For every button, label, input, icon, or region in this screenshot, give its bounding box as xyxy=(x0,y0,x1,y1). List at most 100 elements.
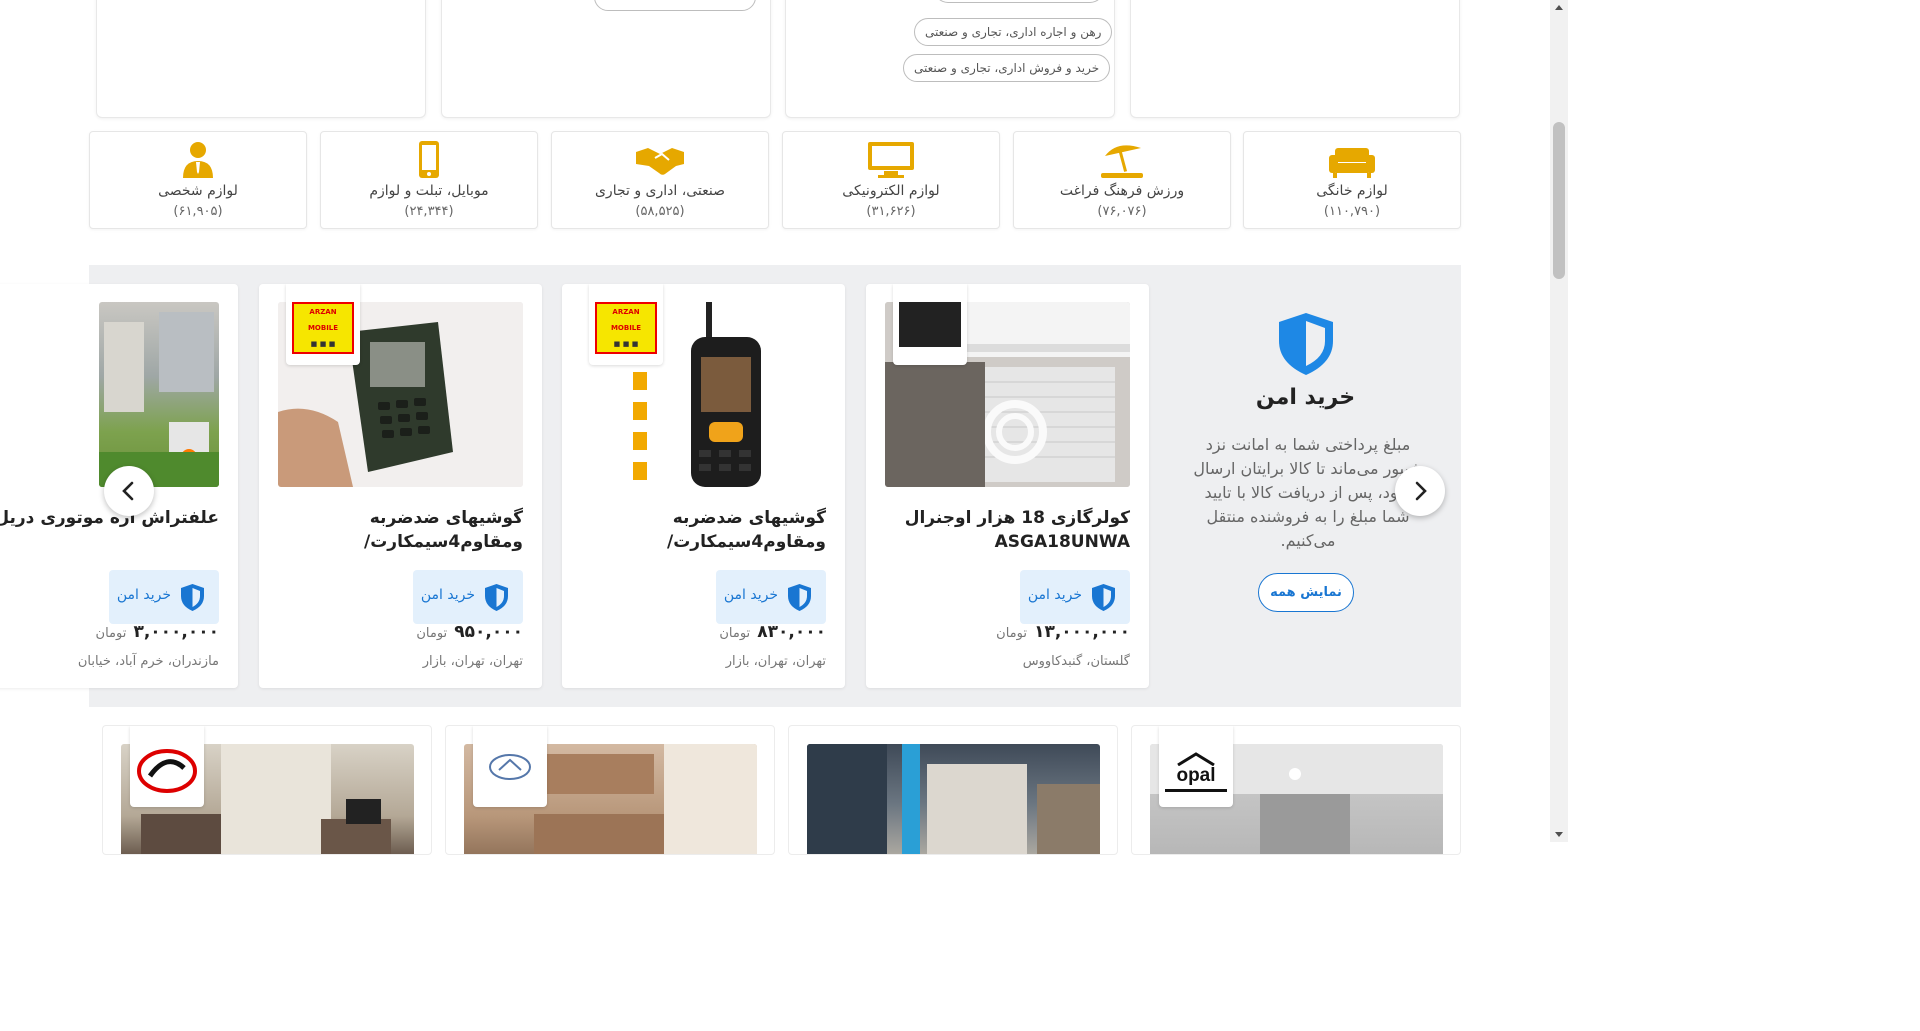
category-count: (۳۱,۶۲۶) xyxy=(866,204,916,219)
category-label: ورزش فرهنگ فراغت xyxy=(1059,183,1185,199)
pill-buy-commercial[interactable]: خرید و فروش اداری، تجاری و صنعتی xyxy=(903,54,1111,82)
product-price: ۸۳۰,۰۰۰ تومان xyxy=(719,622,826,642)
price-value: ۳,۰۰۰,۰۰۰ xyxy=(133,622,219,642)
arzan-logo-text: ARZAN MOBILE xyxy=(610,308,642,332)
category-count: (۶۱,۹۰۵) xyxy=(173,204,223,219)
chevron-right-icon xyxy=(1415,481,1427,501)
product-location: مازندران، خرم آباد، خیابان xyxy=(77,654,219,669)
show-all-button[interactable]: نمایش همه xyxy=(1258,573,1354,612)
price-currency: تومان xyxy=(996,626,1027,641)
listing-card-1[interactable] xyxy=(102,725,432,855)
carousel-prev-button[interactable] xyxy=(104,466,154,516)
listing-card-3[interactable] xyxy=(788,725,1118,855)
listing-card-4[interactable]: opal xyxy=(1131,725,1461,855)
category-electronics[interactable]: لوازم الکترونیکی (۳۱,۶۲۶) xyxy=(782,131,1000,229)
category-count: (۲۴,۳۴۴) xyxy=(404,204,454,219)
opal-logo-text: opal xyxy=(1176,765,1216,786)
category-industrial[interactable]: صنعتی، اداری و تجاری (۵۸,۵۲۵) xyxy=(551,131,769,229)
scrollbar-thumb[interactable] xyxy=(1553,122,1565,279)
product-title: کولرگازی 18 هزار اوجنرال ASGA18UNWA xyxy=(904,508,1130,552)
category-count: (۱۱۰,۷۹۰) xyxy=(1323,204,1381,219)
category-label: صنعتی، اداری و تجاری xyxy=(594,183,726,199)
safe-purchase-button[interactable]: خرید امن xyxy=(109,570,219,624)
top-card-2 xyxy=(441,0,771,118)
store-shelves-image xyxy=(99,312,219,487)
page-scrollbar[interactable] xyxy=(1550,0,1568,842)
price-value: ۸۳۰,۰۰۰ xyxy=(757,622,826,642)
product-price: ۳,۰۰۰,۰۰۰ تومان xyxy=(96,622,219,642)
product-location: تهران، تهران، بازار xyxy=(725,654,826,669)
arzan-logo-image: ARZAN MOBILE ■ ■ ■ xyxy=(292,302,354,354)
product-title: گوشیهای ضدضربه ومقاوم4سیمکارت/ xyxy=(667,508,826,552)
category-mobile[interactable]: موبایل، تبلت و لوازم (۲۴,۳۴۴) xyxy=(320,131,538,229)
top-card-1 xyxy=(96,0,426,118)
agency-logo-image xyxy=(137,749,197,793)
agency-logo-opal: opal xyxy=(1159,726,1233,807)
safe-purchase-label: خرید امن xyxy=(420,587,475,603)
pill-rent-commercial[interactable] xyxy=(934,0,1104,3)
category-label: لوازم خانگی xyxy=(1316,183,1388,199)
product-price: ۱۳,۰۰۰,۰۰۰ تومان xyxy=(996,622,1130,642)
product-card-1[interactable]: کولرگازی 18 هزار اوجنرال ASGA18UNWA خرید… xyxy=(866,284,1149,688)
shield-icon xyxy=(1092,584,1115,611)
large-shield-icon xyxy=(1279,313,1333,375)
price-value: ۹۵۰,۰۰۰ xyxy=(454,622,523,642)
category-label: موبایل، تبلت و لوازم xyxy=(369,183,489,199)
scroll-up-arrow-icon[interactable] xyxy=(1555,5,1563,10)
top-card-3: رهن و اجاره اداری، تجاری و صنعتی خرید و … xyxy=(785,0,1115,118)
arzan-logo-text: ARZAN MOBILE xyxy=(307,308,339,332)
safe-purchase-label: خرید امن xyxy=(723,587,778,603)
safe-purchase-button[interactable]: خرید امن xyxy=(1020,570,1130,624)
person-icon xyxy=(183,142,213,178)
agency-logo-image xyxy=(489,754,531,780)
price-value: ۱۳,۰۰۰,۰۰۰ xyxy=(1034,622,1130,642)
store-logo-arzan-mobile: ARZAN MOBILE ■ ■ ■ xyxy=(286,284,360,365)
price-currency: تومان xyxy=(416,626,448,641)
safe-purchase-button[interactable]: خرید امن xyxy=(413,570,523,624)
listing-card-2[interactable] xyxy=(445,725,775,855)
shield-icon xyxy=(788,584,811,611)
safe-purchase-label: خرید امن xyxy=(116,587,171,603)
category-home-appliances[interactable]: لوازم خانگی (۱۱۰,۷۹۰) xyxy=(1243,131,1461,229)
price-currency: تومان xyxy=(719,626,751,641)
category-label: لوازم الکترونیکی xyxy=(842,183,940,199)
chevron-left-icon xyxy=(122,481,134,501)
product-price: ۹۵۰,۰۰۰ تومان xyxy=(416,622,523,642)
safe-purchase-label: خرید امن xyxy=(1027,587,1082,603)
safe-purchase-button[interactable]: خرید امن xyxy=(716,570,826,624)
category-count: (۷۶,۰۷۶) xyxy=(1097,204,1147,219)
agency-logo xyxy=(473,726,547,807)
category-count: (۵۸,۵۲۵) xyxy=(635,204,685,219)
top-pill-partial[interactable] xyxy=(594,0,756,11)
safe-purchase-description: مبلغ پرداختی شما به امانت نزد شیپور می‌م… xyxy=(1193,435,1423,550)
store-logo-image xyxy=(899,302,961,347)
sofa-icon xyxy=(1329,148,1375,178)
pill-rent-commercial[interactable]: رهن و اجاره اداری، تجاری و صنعتی xyxy=(914,18,1113,46)
agency-logo xyxy=(130,726,204,807)
carousel-next-button[interactable] xyxy=(1395,466,1445,516)
top-card-4 xyxy=(1130,0,1460,118)
category-sport-leisure[interactable]: ورزش فرهنگ فراغت (۷۶,۰۷۶) xyxy=(1013,131,1231,229)
product-card-2[interactable]: ARZAN MOBILE ■ ■ ■ گوشیهای ضدضربه ومقاوم4… xyxy=(562,284,845,688)
product-location: گلستان، گنبدکاووس xyxy=(1022,654,1130,669)
product-card-3[interactable]: ARZAN MOBILE ■ ■ ■ گوشیهای ضدضربه ومقاوم4… xyxy=(259,284,542,688)
shield-icon xyxy=(485,584,508,611)
mobile-icon xyxy=(419,141,439,178)
arzan-logo-image: ARZAN MOBILE ■ ■ ■ xyxy=(595,302,657,354)
store-logo-arzan-mobile: ARZAN MOBILE ■ ■ ■ xyxy=(589,284,663,365)
category-personal-items[interactable]: لوازم شخصی (۶۱,۹۰۵) xyxy=(89,131,307,229)
shield-icon xyxy=(181,584,204,611)
product-title: گوشیهای ضدضربه ومقاوم4سیمکارت/ xyxy=(364,508,523,552)
product-photo xyxy=(99,302,219,487)
opal-roof-icon xyxy=(1177,752,1215,766)
opal-logo-image: opal xyxy=(1165,752,1227,792)
apartment-interior-image xyxy=(807,744,1100,854)
product-location: تهران، تهران، بازار xyxy=(422,654,523,669)
safe-purchase-title: خرید امن xyxy=(1255,385,1356,410)
beach-umbrella-icon xyxy=(1101,145,1143,178)
category-label: لوازم شخصی xyxy=(158,183,238,199)
monitor-icon xyxy=(868,142,914,178)
scroll-down-arrow-icon[interactable] xyxy=(1555,832,1563,837)
product-title: علفتراش اره موتوری دریل سمپاش کفکش xyxy=(0,508,219,528)
listing-photo xyxy=(807,744,1100,854)
